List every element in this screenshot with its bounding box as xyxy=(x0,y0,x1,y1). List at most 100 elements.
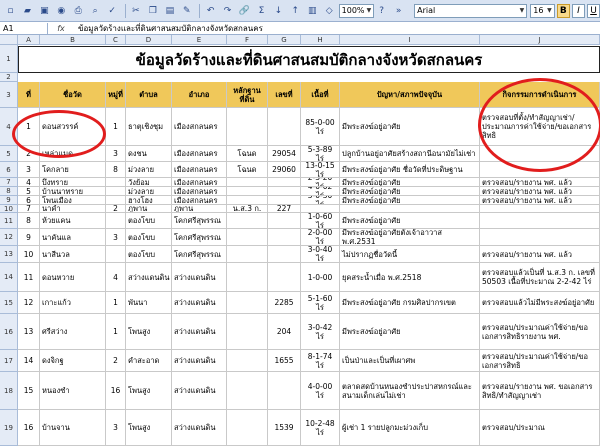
table-cell[interactable]: 4 xyxy=(18,178,40,187)
table-cell[interactable]: 8-1-74 ไร่ xyxy=(301,350,340,372)
table-cell[interactable]: 16 xyxy=(18,410,40,446)
row-header[interactable]: 19 xyxy=(0,410,18,446)
table-header-cell[interactable]: ตำบล xyxy=(126,82,172,108)
table-cell[interactable]: สว่างแดนดิน xyxy=(172,292,227,314)
table-cell[interactable]: มีพระสงฆ์อยู่อาศัย xyxy=(340,196,480,205)
table-cell[interactable]: 2 xyxy=(106,350,126,372)
table-cell[interactable]: 2285 xyxy=(268,292,301,314)
table-cell[interactable]: เมืองสกลนคร xyxy=(172,162,227,178)
open-folder-icon[interactable]: ▰ xyxy=(20,3,35,19)
table-cell[interactable] xyxy=(480,146,600,162)
table-cell[interactable]: โคกลาย xyxy=(40,162,106,178)
table-cell[interactable]: 4 xyxy=(106,263,126,292)
fx-icon[interactable]: fx xyxy=(48,24,74,33)
table-cell[interactable]: ตลาดสดบ้านหนองซำประปาสหกรณ์และสนามเด็กเล… xyxy=(340,372,480,410)
table-cell[interactable]: 8 xyxy=(106,162,126,178)
table-cell[interactable]: 8 xyxy=(18,213,40,229)
table-cell[interactable] xyxy=(268,372,301,410)
table-cell[interactable] xyxy=(227,187,268,196)
table-cell[interactable]: 12 xyxy=(18,292,40,314)
table-cell[interactable]: น.ส.3 ก. xyxy=(227,205,268,213)
sort-ascending-icon[interactable]: ↓ xyxy=(271,3,286,19)
column-header[interactable]: I xyxy=(340,35,480,45)
row-header[interactable]: 4 xyxy=(0,108,18,146)
table-cell[interactable]: ตองโขบ xyxy=(126,246,172,263)
row-header[interactable]: 10 xyxy=(0,205,18,213)
table-cell[interactable]: ตรวจสอบ/รายงาน พศ. ขอเอกสารสิทธิ/ทำสัญญา… xyxy=(480,372,600,410)
table-header-cell[interactable]: ปัญหา/สภาพปัจจุบัน xyxy=(340,82,480,108)
table-cell[interactable]: โคกศรีสุพรรณ xyxy=(172,213,227,229)
table-cell[interactable]: 6 xyxy=(18,196,40,205)
table-cell[interactable] xyxy=(227,196,268,205)
column-header[interactable]: A xyxy=(18,35,40,45)
column-header[interactable]: H xyxy=(301,35,340,45)
row-header[interactable]: 3 xyxy=(0,82,18,108)
copy-icon[interactable]: ❐ xyxy=(145,3,160,19)
row-header[interactable]: 18 xyxy=(0,372,18,410)
table-cell[interactable]: สว่างแดนดิน xyxy=(172,263,227,292)
column-header[interactable]: B xyxy=(40,35,106,45)
table-cell[interactable]: 1-0-00 xyxy=(301,263,340,292)
table-cell[interactable]: 1539 xyxy=(268,410,301,446)
table-cell[interactable] xyxy=(268,229,301,246)
table-cell[interactable]: เมืองสกลนคร xyxy=(172,108,227,146)
row-header[interactable]: 15 xyxy=(0,292,18,314)
table-cell[interactable] xyxy=(268,213,301,229)
table-cell[interactable]: 5-1-60 ไร่ xyxy=(301,292,340,314)
table-cell[interactable]: 1 xyxy=(18,108,40,146)
table-cell[interactable]: 11 xyxy=(18,263,40,292)
table-cell[interactable]: มีพระสงฆ์อยู่อาศัยตั้งเจ้าอาวาส พ.ศ.2531 xyxy=(340,229,480,246)
table-cell[interactable]: 4-0-00 ไร่ xyxy=(301,372,340,410)
table-cell[interactable]: 3 xyxy=(106,229,126,246)
table-cell[interactable]: มีพระสงฆ์อยู่อาศัย ชื่อวัดที่ประดิษฐาน xyxy=(340,162,480,178)
row-header[interactable]: 11 xyxy=(0,213,18,229)
table-cell[interactable]: พันนา xyxy=(126,292,172,314)
redo-icon[interactable]: ↷ xyxy=(220,3,235,19)
row-header[interactable]: 7 xyxy=(0,178,18,187)
row-header[interactable]: 5 xyxy=(0,146,18,162)
table-cell[interactable]: โพนเมือง xyxy=(40,196,106,205)
table-cell[interactable] xyxy=(227,246,268,263)
table-cell[interactable]: 1-0-60 ไร่ xyxy=(301,213,340,229)
table-cell[interactable]: สว่างแดนดิน xyxy=(126,263,172,292)
table-cell[interactable]: 3 xyxy=(18,162,40,178)
table-cell[interactable]: มีพระสงฆ์อยู่อาศัย xyxy=(340,178,480,187)
table-cell[interactable] xyxy=(227,229,268,246)
row-header[interactable]: 12 xyxy=(0,229,18,246)
table-header-cell[interactable]: กิจกรรมการดำเนินการ xyxy=(480,82,600,108)
table-cell[interactable] xyxy=(268,187,301,196)
underline-button[interactable]: U xyxy=(586,3,600,18)
table-cell[interactable]: มีพระสงฆ์อยู่อาศัย xyxy=(340,314,480,350)
print-preview-icon[interactable]: ⌕ xyxy=(88,3,103,19)
table-cell[interactable]: ห้วยแคน xyxy=(40,213,106,229)
table-cell[interactable]: โฉนด xyxy=(227,162,268,178)
save-icon[interactable]: ▣ xyxy=(37,3,52,19)
row-header[interactable]: 8 xyxy=(0,187,18,196)
spelling-icon[interactable]: ✓ xyxy=(105,3,120,19)
table-cell[interactable]: 5 xyxy=(18,187,40,196)
table-cell[interactable]: 7 xyxy=(18,205,40,213)
paste-icon[interactable]: ▤ xyxy=(162,3,177,19)
table-cell[interactable]: 3 xyxy=(106,410,126,446)
table-cell[interactable] xyxy=(227,372,268,410)
table-cell[interactable]: 15 xyxy=(18,372,40,410)
table-cell[interactable] xyxy=(480,205,600,213)
table-cell[interactable]: นาคำ xyxy=(40,205,106,213)
table-cell[interactable]: 13 xyxy=(18,314,40,350)
table-cell[interactable]: บ้านจาน xyxy=(40,410,106,446)
italic-button[interactable]: I xyxy=(571,3,585,18)
table-cell[interactable]: มีพระสงฆ์อยู่อาศัย xyxy=(340,213,480,229)
table-cell[interactable]: ตรวจสอบ/ประมาณ xyxy=(480,410,600,446)
column-header[interactable]: F xyxy=(227,35,268,45)
table-cell[interactable]: ดงชน xyxy=(126,146,172,162)
table-cell[interactable] xyxy=(301,205,340,213)
table-cell[interactable]: ธาตุเชิงชุม xyxy=(126,108,172,146)
table-cell[interactable] xyxy=(268,246,301,263)
table-cell[interactable] xyxy=(106,213,126,229)
table-cell[interactable] xyxy=(227,213,268,229)
toolbar-options-icon[interactable]: » xyxy=(391,3,406,19)
table-cell[interactable]: 5-3-89 ไร่ xyxy=(301,146,340,162)
permission-icon[interactable]: ◉ xyxy=(54,3,69,19)
table-cell[interactable]: วังย้อม xyxy=(126,178,172,187)
font-size-select[interactable]: 16 ▼ xyxy=(530,3,555,18)
